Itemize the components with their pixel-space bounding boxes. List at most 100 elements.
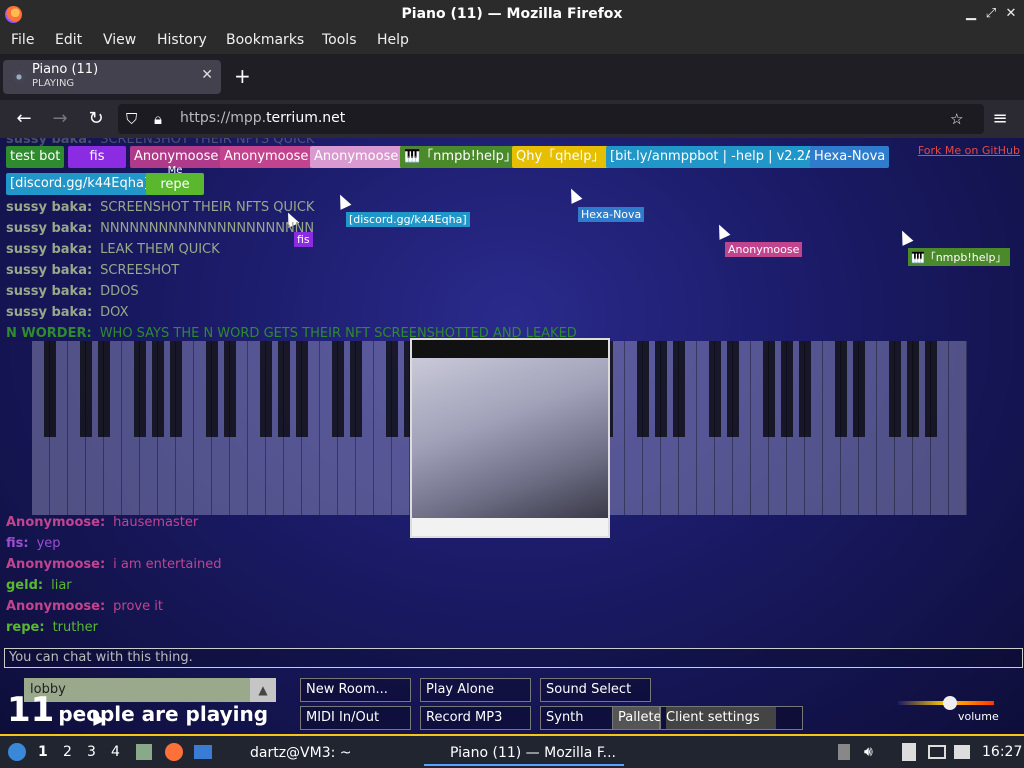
lock-icon[interactable]: 🔒︎ [154, 110, 162, 128]
fork-me-link[interactable]: Fork Me on GitHub [918, 144, 1020, 157]
volume-tray-icon[interactable]: 🔊︎ [864, 744, 873, 760]
workspace-4[interactable]: 4 [111, 744, 120, 760]
chat-line: N WORDER: WHO SAYS THE N WORD GETS THEIR … [6, 326, 577, 341]
video-caption-bar [412, 518, 608, 536]
tab-strip: Piano (11) PLAYING ✕ + [0, 54, 1024, 100]
volume-knob[interactable] [943, 696, 958, 710]
black-key[interactable] [727, 341, 740, 437]
menu-file[interactable]: File [11, 32, 34, 48]
black-key[interactable] [655, 341, 668, 437]
black-key[interactable] [277, 341, 290, 437]
menu-tools[interactable]: Tools [322, 32, 357, 48]
black-key[interactable] [799, 341, 812, 437]
file-manager-icon[interactable] [136, 744, 152, 760]
tab-piano[interactable]: Piano (11) PLAYING ✕ [3, 60, 221, 94]
workspace-2[interactable]: 2 [63, 744, 72, 760]
black-key[interactable] [385, 341, 398, 437]
menu-view[interactable]: View [103, 32, 136, 48]
white-key[interactable] [949, 341, 967, 515]
new-tab-button[interactable]: + [234, 65, 251, 87]
black-key[interactable] [133, 341, 146, 437]
new-room-button[interactable]: New Room... [300, 678, 411, 702]
display-icon[interactable] [928, 745, 946, 759]
black-key[interactable] [925, 341, 938, 437]
window-title: Piano (11) — Mozilla Firefox [401, 6, 623, 22]
client-settings-button[interactable]: Client settings [660, 706, 803, 730]
user-tag[interactable]: [discord.gg/k44Eqha] [6, 173, 154, 195]
forward-arrow-icon[interactable]: → [49, 108, 71, 130]
menu-help[interactable]: Help [377, 32, 409, 48]
taskbar-terminal[interactable]: dartz@VM3: ~ [224, 740, 414, 766]
play-alone-button[interactable]: Play Alone [420, 678, 531, 702]
nav-bar: ← → ↻ ⛉ 🔒︎ https://mpp.terrium.net ☆ ≡ [0, 100, 1024, 138]
menu-bookmarks[interactable]: Bookmarks [226, 32, 304, 48]
record-mp3-button[interactable]: Record MP3 [420, 706, 531, 730]
video-overlay[interactable] [410, 338, 610, 538]
volume-slider[interactable] [898, 696, 994, 710]
user-tag[interactable]: Anonymoose [220, 146, 313, 168]
black-key[interactable] [223, 341, 236, 437]
menu-history[interactable]: History [157, 32, 207, 48]
black-key[interactable] [763, 341, 776, 437]
black-key[interactable] [205, 341, 218, 437]
black-key[interactable] [169, 341, 182, 437]
bookmark-star-icon[interactable]: ☆ [950, 110, 963, 128]
shield-icon[interactable]: ⛉ [126, 110, 137, 128]
black-key[interactable] [853, 341, 866, 437]
hamburger-menu-icon[interactable]: ≡ [989, 108, 1011, 130]
black-key[interactable] [637, 341, 650, 437]
chat-line: sussy baka: SCREESHOT [6, 263, 180, 278]
cursor-icon [334, 192, 352, 210]
user-tag[interactable]: [bit.ly/anmppbot | -help | v2.2A] [606, 146, 823, 168]
maximize-button[interactable]: ⤢ [982, 5, 1000, 23]
black-key[interactable] [151, 341, 164, 437]
user-tag[interactable]: Anonymoose [310, 146, 403, 168]
window-icon[interactable] [194, 745, 212, 759]
black-key[interactable] [907, 341, 920, 437]
black-key[interactable] [259, 341, 272, 437]
close-window-button[interactable]: ✕ [1002, 5, 1020, 23]
chat-input[interactable]: You can chat with this thing. [4, 648, 1023, 668]
start-menu-icon[interactable] [8, 743, 26, 761]
black-key[interactable] [835, 341, 848, 437]
black-key[interactable] [781, 341, 794, 437]
tab-close-icon[interactable]: ✕ [201, 67, 213, 83]
firefox-launcher-icon[interactable] [165, 743, 183, 761]
black-key[interactable] [295, 341, 308, 437]
black-key[interactable] [709, 341, 722, 437]
pallete-button[interactable]: Pallete [612, 706, 662, 730]
black-key[interactable] [79, 341, 92, 437]
workspace-1[interactable]: 1 [38, 744, 48, 760]
url-bar[interactable]: ⛉ 🔒︎ https://mpp.terrium.net ☆ [118, 104, 984, 134]
black-key[interactable] [43, 341, 56, 437]
cursor-tag: 🎹「nmpb!help」 [908, 248, 1010, 266]
taskbar: 1 2 3 4 dartz@VM3: ~ Piano (11) — Mozill… [0, 734, 1024, 768]
reload-icon[interactable]: ↻ [85, 108, 107, 130]
user-tag[interactable]: Hexa-Nova [810, 146, 890, 168]
black-key[interactable] [331, 341, 344, 437]
black-key[interactable] [889, 341, 902, 437]
cursor-icon [896, 228, 914, 246]
piano-page: sussy baka: SCREENSHOT THEIR NFTS QUICK s… [0, 138, 1024, 734]
menu-bar: File Edit View History Bookmarks Tools H… [0, 30, 1024, 54]
tray-icon[interactable] [838, 744, 850, 760]
minimize-button[interactable]: ▁ [962, 5, 980, 23]
black-key[interactable] [673, 341, 686, 437]
taskbar-firefox[interactable]: Piano (11) — Mozilla F... [424, 740, 624, 766]
url-text[interactable]: https://mpp.terrium.net [180, 110, 345, 126]
user-tag[interactable]: fis [68, 146, 126, 168]
black-key[interactable] [97, 341, 110, 437]
user-tag[interactable]: test bot [6, 146, 65, 168]
user-tag-self[interactable]: Me repe [146, 165, 204, 195]
chat-line: sussy baka: DDOS [6, 284, 139, 299]
clipboard-icon[interactable] [902, 743, 916, 761]
black-key[interactable] [349, 341, 362, 437]
user-tag[interactable]: Qhy「qhelp」 [512, 146, 609, 168]
sound-select-button[interactable]: Sound Select [540, 678, 651, 702]
back-arrow-icon[interactable]: ← [13, 108, 35, 130]
network-icon[interactable] [954, 745, 970, 759]
midi-button[interactable]: MIDI In/Out [300, 706, 411, 730]
user-tag[interactable]: 🎹「nmpb!help」 [400, 146, 521, 168]
menu-edit[interactable]: Edit [55, 32, 82, 48]
workspace-3[interactable]: 3 [87, 744, 96, 760]
